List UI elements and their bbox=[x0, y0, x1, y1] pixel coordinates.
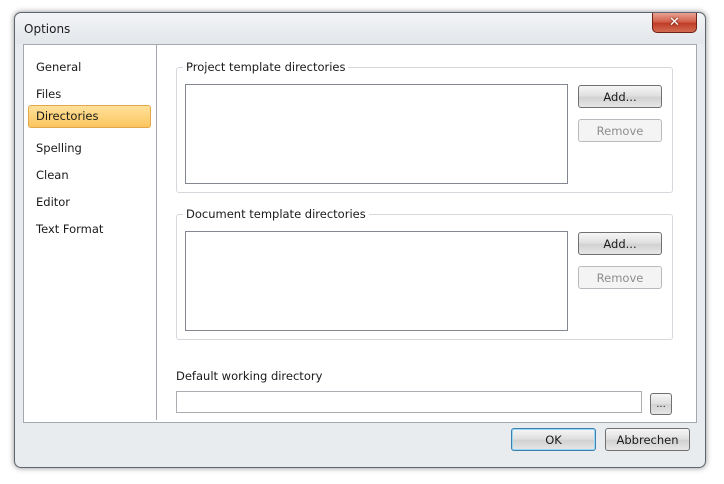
project-template-list[interactable] bbox=[185, 84, 568, 184]
document-template-list[interactable] bbox=[185, 231, 568, 331]
window-title: Options bbox=[24, 22, 71, 36]
project-add-button[interactable]: Add... bbox=[578, 85, 662, 108]
nav-item-editor[interactable]: Editor bbox=[28, 191, 151, 214]
project-remove-button[interactable]: Remove bbox=[578, 119, 662, 142]
options-category-list: General Files Directories Spelling Clean… bbox=[24, 45, 157, 420]
browse-button[interactable]: ... bbox=[650, 393, 672, 415]
ok-button[interactable]: OK bbox=[511, 428, 596, 451]
nav-item-clean[interactable]: Clean bbox=[28, 164, 151, 187]
working-directory-input[interactable] bbox=[176, 391, 642, 413]
cancel-button[interactable]: Abbrechen bbox=[605, 428, 690, 451]
project-template-legend: Project template directories bbox=[183, 60, 349, 74]
options-dialog: Options ✕ General Files Directories Spel… bbox=[14, 12, 706, 468]
nav-item-text-format[interactable]: Text Format bbox=[28, 218, 151, 241]
close-button[interactable]: ✕ bbox=[652, 13, 697, 33]
close-icon: ✕ bbox=[669, 15, 680, 30]
document-template-legend: Document template directories bbox=[183, 207, 369, 221]
nav-item-general[interactable]: General bbox=[28, 56, 151, 79]
project-template-group: Project template directories Add... Remo… bbox=[176, 60, 673, 193]
dialog-client-area: General Files Directories Spelling Clean… bbox=[23, 44, 697, 423]
nav-item-files[interactable]: Files bbox=[28, 83, 151, 106]
directories-panel: Project template directories Add... Remo… bbox=[160, 45, 696, 422]
document-template-group: Document template directories Add... Rem… bbox=[176, 207, 673, 340]
document-remove-button[interactable]: Remove bbox=[578, 266, 662, 289]
working-directory-label: Default working directory bbox=[176, 369, 323, 383]
nav-item-directories[interactable]: Directories bbox=[28, 105, 151, 128]
title-bar[interactable]: Options ✕ bbox=[15, 13, 705, 44]
document-add-button[interactable]: Add... bbox=[578, 232, 662, 255]
nav-item-spelling[interactable]: Spelling bbox=[28, 137, 151, 160]
